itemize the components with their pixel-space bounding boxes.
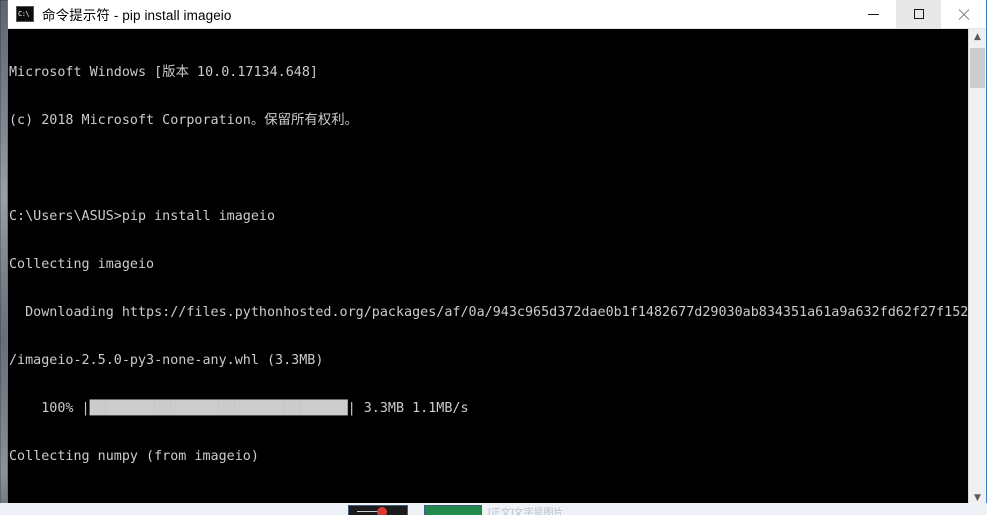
taskbar-media-thumbnail[interactable]: [348, 505, 408, 515]
window-title-bar[interactable]: 命令提示符 - pip install imageio: [8, 0, 986, 29]
cmd-icon: [16, 6, 34, 22]
taskbar-strip: [正文]文字是图片: [0, 503, 987, 515]
console-line: C:\Users\ASUS>pip install imageio: [9, 209, 276, 224]
console-line: Downloading https://files.pythonhosted.o…: [9, 305, 968, 320]
console-line: Collecting imageio: [9, 257, 155, 272]
vertical-scrollbar[interactable]: ▲ ▼: [968, 29, 986, 507]
console-line: Collecting numpy (from imageio): [9, 449, 259, 464]
taskbar-faded-label: [正文]文字是图片: [488, 508, 564, 515]
window-controls: [851, 0, 986, 28]
command-prompt-window: 命令提示符 - pip install imageio Microsoft Wi…: [7, 0, 987, 508]
window-title: 命令提示符 - pip install imageio: [42, 8, 232, 23]
maximize-icon: [913, 9, 924, 19]
close-icon: [957, 8, 970, 21]
scroll-up-arrow-icon[interactable]: ▲: [969, 29, 986, 46]
console-output[interactable]: Microsoft Windows [版本 10.0.17134.648] (c…: [8, 29, 968, 507]
taskbar-green-thumbnail[interactable]: [424, 505, 482, 515]
minimize-icon: [868, 13, 879, 15]
console-line: /imageio-2.5.0-py3-none-any.whl (3.3MB): [9, 353, 324, 368]
maximize-button[interactable]: [896, 0, 941, 28]
close-button[interactable]: [941, 0, 986, 28]
console-progress-line: 100% |████████████████████████████████| …: [9, 401, 469, 416]
minimize-button[interactable]: [851, 0, 896, 28]
console-body[interactable]: Microsoft Windows [版本 10.0.17134.648] (c…: [8, 29, 986, 507]
console-line: Microsoft Windows [版本 10.0.17134.648]: [9, 65, 318, 80]
console-line: (c) 2018 Microsoft Corporation。保留所有权利。: [9, 113, 358, 128]
scrollbar-track[interactable]: [969, 46, 986, 490]
scrollbar-thumb[interactable]: [970, 48, 985, 88]
record-dot-icon: [377, 507, 387, 515]
